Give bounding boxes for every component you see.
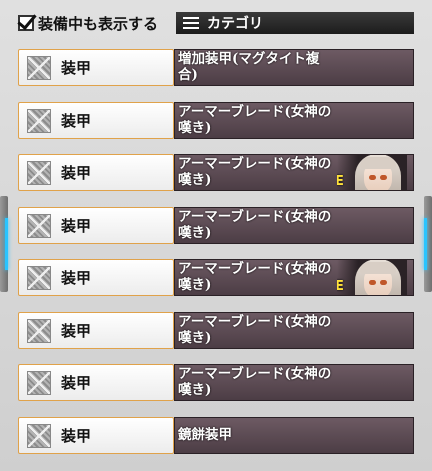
category-label: カテゴリ bbox=[207, 16, 263, 32]
equipment-row[interactable]: 装甲 アーマーブレード(女神の嘆き) bbox=[18, 312, 414, 349]
equipment-type-label: 装甲 bbox=[61, 374, 92, 392]
armor-slot-icon bbox=[27, 265, 51, 290]
equipment-list-panel: 装備中も表示する カテゴリ 装甲 増加装甲(マグタイト複合) 装甲 アーマーブレード(… bbox=[0, 0, 432, 471]
equipment-name: アーマーブレード(女神の嘆き) bbox=[178, 104, 332, 136]
armor-slot-icon bbox=[27, 318, 51, 343]
equipment-type-cell[interactable]: 装甲 bbox=[18, 154, 174, 191]
equipment-type-label: 装甲 bbox=[61, 59, 92, 77]
equipment-type-label: 装甲 bbox=[61, 112, 92, 130]
equipment-type-label: 装甲 bbox=[61, 427, 92, 445]
equipped-badge: E bbox=[337, 280, 347, 294]
equipment-name: アーマーブレード(女神の嘆き) bbox=[178, 261, 332, 293]
equipment-type-label: 装甲 bbox=[61, 164, 92, 182]
armor-slot-icon bbox=[27, 213, 51, 238]
equipped-badge: E bbox=[337, 175, 347, 189]
equipment-name: 増加装甲(マグタイト複合) bbox=[178, 51, 320, 83]
equipment-row[interactable]: 装甲 アーマーブレード(女神の嘆き) bbox=[18, 207, 414, 244]
equipment-type-label: 装甲 bbox=[61, 269, 92, 287]
equipment-type-label: 装甲 bbox=[61, 322, 92, 340]
equipment-name: アーマーブレード(女神の嘆き) bbox=[178, 209, 332, 241]
armor-slot-icon bbox=[27, 423, 51, 448]
next-page-tab[interactable] bbox=[424, 196, 432, 292]
equipment-name-cell[interactable]: アーマーブレード(女神の嘆き) bbox=[174, 364, 414, 401]
equipment-type-cell[interactable]: 装甲 bbox=[18, 102, 174, 139]
show-equipped-label: 装備中も表示する bbox=[38, 14, 159, 33]
equipment-type-cell[interactable]: 装甲 bbox=[18, 259, 174, 296]
equipment-name: アーマーブレード(女神の嘆き) bbox=[178, 314, 332, 346]
armor-slot-icon bbox=[27, 55, 51, 80]
show-equipped-checkbox[interactable] bbox=[17, 9, 37, 31]
menu-icon bbox=[183, 17, 199, 29]
equipment-name-cell[interactable]: アーマーブレード(女神の嘆き) bbox=[174, 207, 414, 244]
equipment-row[interactable]: 装甲 アーマーブレード(女神の嘆き) bbox=[18, 102, 414, 139]
equipment-name-cell[interactable]: アーマーブレード(女神の嘆き) bbox=[174, 102, 414, 139]
equipment-name: アーマーブレード(女神の嘆き) bbox=[178, 366, 332, 398]
category-button[interactable]: カテゴリ bbox=[176, 12, 414, 34]
equipment-type-label: 装甲 bbox=[61, 217, 92, 235]
equipment-type-cell[interactable]: 装甲 bbox=[18, 364, 174, 401]
armor-slot-icon bbox=[27, 370, 51, 395]
armor-slot-icon bbox=[27, 108, 51, 133]
equipment-name-cell[interactable]: 鏡餅装甲 bbox=[174, 417, 414, 454]
prev-page-tab[interactable] bbox=[0, 196, 8, 292]
equipment-name-cell[interactable]: アーマーブレード(女神の嘆き) E bbox=[174, 259, 414, 296]
equipment-type-cell[interactable]: 装甲 bbox=[18, 49, 174, 86]
armor-slot-icon bbox=[27, 160, 51, 185]
equipment-row[interactable]: 装甲 アーマーブレード(女神の嘆き) E bbox=[18, 259, 414, 296]
character-portrait: E bbox=[337, 260, 407, 295]
equipment-name-cell[interactable]: 増加装甲(マグタイト複合) bbox=[174, 49, 414, 86]
equipment-type-cell[interactable]: 装甲 bbox=[18, 417, 174, 454]
equipment-name: 鏡餅装甲 bbox=[178, 427, 232, 443]
equipment-type-cell[interactable]: 装甲 bbox=[18, 312, 174, 349]
show-equipped-toggle[interactable]: 装備中も表示する bbox=[17, 9, 159, 34]
check-icon bbox=[17, 9, 37, 31]
equipment-name: アーマーブレード(女神の嘆き) bbox=[178, 156, 332, 188]
equipment-row[interactable]: 装甲 増加装甲(マグタイト複合) bbox=[18, 49, 414, 86]
equipment-row[interactable]: 装甲 アーマーブレード(女神の嘆き) bbox=[18, 364, 414, 401]
equipment-row[interactable]: 装甲 鏡餅装甲 bbox=[18, 417, 414, 454]
equipment-name-cell[interactable]: アーマーブレード(女神の嘆き) bbox=[174, 312, 414, 349]
list-toolbar: 装備中も表示する カテゴリ bbox=[0, 9, 432, 36]
equipment-row[interactable]: 装甲 アーマーブレード(女神の嘆き) E bbox=[18, 154, 414, 191]
character-portrait: E bbox=[337, 155, 407, 190]
equipment-name-cell[interactable]: アーマーブレード(女神の嘆き) E bbox=[174, 154, 414, 191]
equipment-type-cell[interactable]: 装甲 bbox=[18, 207, 174, 244]
